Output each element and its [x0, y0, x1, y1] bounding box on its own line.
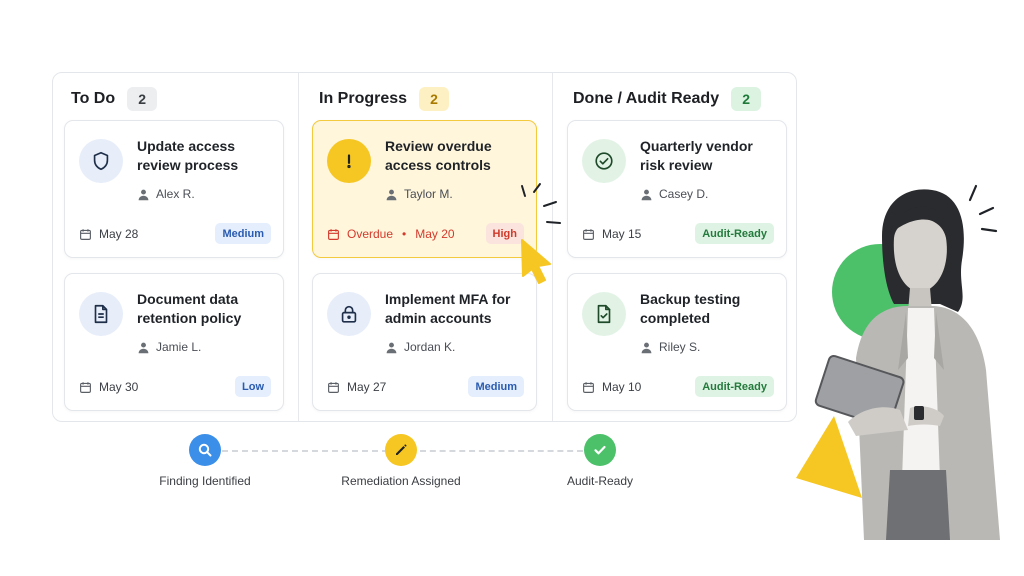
card-due-date: May 27 [327, 380, 386, 394]
task-card-overdue[interactable]: Review overdue access controls Taylor M.… [312, 120, 537, 258]
calendar-icon [80, 228, 91, 240]
column-header-done: Done / Audit Ready 2 [573, 87, 762, 111]
column-header-in-progress: In Progress 2 [319, 87, 450, 111]
workflow-connector [420, 450, 583, 452]
card-title: Quarterly vendor risk review [640, 138, 753, 173]
assignee-name: Jordan K. [404, 340, 456, 354]
due-date: May 28 [99, 227, 139, 241]
lock-icon [327, 292, 371, 336]
workflow-step-label: Audit-Ready [566, 474, 634, 488]
due-date: May 20 [415, 227, 455, 241]
card-title: Implement MFA for admin accounts [385, 291, 511, 326]
user-icon [641, 342, 652, 353]
column-header-todo: To Do 2 [71, 87, 158, 111]
card-due-date: May 28 [79, 227, 138, 241]
task-card[interactable]: Update access review process Alex R. May… [64, 120, 284, 258]
card-due-date: May 10 [582, 380, 641, 394]
assignee-name: Riley S. [659, 340, 701, 354]
card-title: Backup testing completed [640, 291, 741, 326]
column-title: In Progress [319, 90, 408, 107]
card-assignee: Taylor M. [385, 187, 453, 201]
user-icon [138, 342, 149, 353]
search-icon [189, 434, 221, 466]
cursor-arrow-icon [521, 183, 561, 284]
due-date: May 15 [602, 227, 642, 241]
status-badge: Audit-Ready [695, 223, 774, 244]
shield-icon [79, 139, 123, 183]
assignee-name: Jamie L. [156, 340, 202, 354]
assignee-name: Taylor M. [404, 187, 453, 201]
kanban-board: To Do 2 In Progress 2 Done / Audit Ready… [52, 72, 797, 422]
priority-badge: Medium [215, 223, 271, 244]
column-count-badge: 2 [419, 87, 450, 111]
task-card[interactable]: Backup testing completed Riley S. May 10… [567, 273, 787, 411]
status-badge: Audit-Ready [695, 376, 774, 397]
card-title: Review overdue access controls [385, 138, 492, 173]
calendar-icon [80, 381, 91, 393]
card-due-date: May 30 [79, 380, 138, 394]
calendar-icon [328, 381, 339, 393]
user-icon [386, 189, 397, 200]
task-card[interactable]: Quarterly vendor risk review Casey D. Ma… [567, 120, 787, 258]
assignee-name: Alex R. [156, 187, 195, 201]
workflow-connector [222, 450, 388, 452]
workflow-step-label: Remediation Assigned [341, 474, 461, 488]
pencil-icon [385, 434, 417, 466]
column-divider [298, 73, 299, 421]
user-icon [641, 189, 652, 200]
calendar-icon [583, 381, 594, 393]
column-count-badge: 2 [127, 87, 158, 111]
calendar-icon [583, 228, 594, 240]
card-title: Update access review process [137, 138, 239, 173]
overdue-label: Overdue [347, 227, 394, 241]
person-with-tablet-illustration [796, 184, 1000, 540]
check-icon [584, 434, 616, 466]
column-count-badge: 2 [731, 87, 762, 111]
user-icon [138, 189, 149, 200]
separator-dot: • [402, 227, 407, 241]
card-title: Document data retention policy [137, 291, 242, 326]
card-due-date: May 15 [582, 227, 641, 241]
card-assignee: Casey D. [640, 187, 708, 201]
card-assignee: Jordan K. [385, 340, 455, 354]
card-assignee: Alex R. [137, 187, 195, 201]
priority-badge: Low [235, 376, 271, 397]
document-check-icon [582, 292, 626, 336]
card-assignee: Jamie L. [137, 340, 201, 354]
column-title: Done / Audit Ready [573, 90, 720, 107]
task-card[interactable]: Implement MFA for admin accounts Jordan … [312, 273, 537, 411]
column-title: To Do [71, 90, 116, 107]
assignee-name: Casey D. [659, 187, 709, 201]
due-date: May 10 [602, 380, 642, 394]
check-circle-icon [582, 139, 626, 183]
card-assignee: Riley S. [640, 340, 700, 354]
alert-icon [327, 139, 371, 183]
card-due-date: Overdue • May 20 [327, 227, 455, 241]
document-icon [79, 292, 123, 336]
task-card[interactable]: Document data retention policy Jamie L. … [64, 273, 284, 411]
user-icon [386, 342, 397, 353]
priority-badge: Medium [468, 376, 524, 397]
calendar-icon [328, 228, 339, 240]
workflow-step-label: Finding Identified [159, 474, 251, 488]
due-date: May 30 [99, 380, 139, 394]
due-date: May 27 [347, 380, 387, 394]
